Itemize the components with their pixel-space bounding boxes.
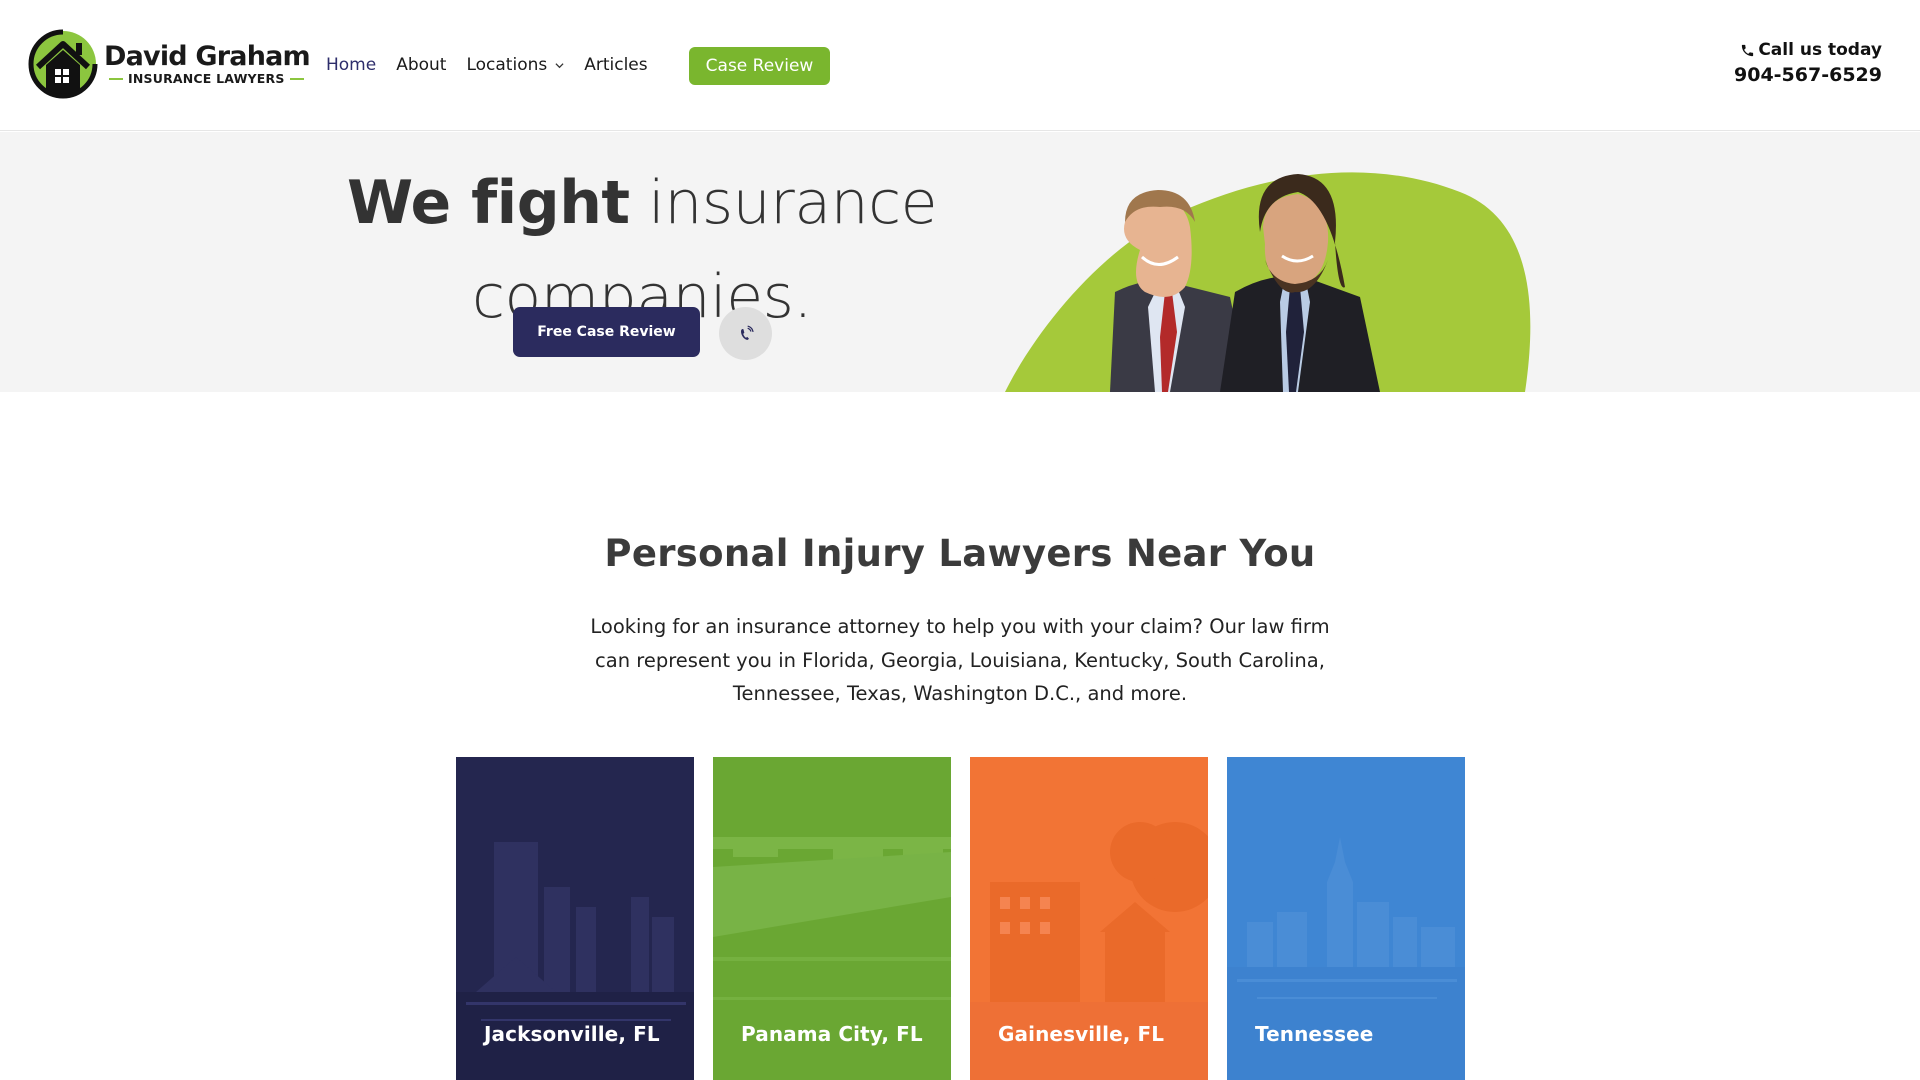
- phone-icon: [1742, 44, 1754, 56]
- location-label: Gainesville, FL: [998, 1022, 1165, 1046]
- free-case-review-button[interactable]: Free Case Review: [513, 307, 700, 357]
- main-nav: Home About Locations Articles: [326, 54, 668, 76]
- case-review-button[interactable]: Case Review: [689, 47, 830, 85]
- hero: We fight insurance companies. Free Case …: [0, 132, 1920, 392]
- call-label: Call us today: [1758, 40, 1882, 60]
- attorneys-photo: [1005, 172, 1531, 392]
- location-label: Panama City, FL: [741, 1022, 923, 1046]
- location-card-gainesville[interactable]: Gainesville, FL: [970, 757, 1208, 1080]
- location-label: Tennessee: [1255, 1022, 1374, 1046]
- logo[interactable]: David Graham INSURANCE LAWYERS: [28, 29, 311, 99]
- phone-ringing-icon: [740, 324, 754, 340]
- call-phone-number[interactable]: 904-567-6529: [1734, 64, 1882, 86]
- call-block[interactable]: Call us today 904-567-6529: [1734, 40, 1882, 86]
- site-header: David Graham INSURANCE LAWYERS Home Abou…: [0, 0, 1920, 131]
- location-label: Jacksonville, FL: [484, 1022, 660, 1046]
- nav-articles[interactable]: Articles: [584, 54, 647, 76]
- logo-house-icon: [28, 29, 98, 99]
- logo-name: David Graham: [104, 41, 311, 72]
- location-card-panama-city[interactable]: Panama City, FL: [713, 757, 951, 1080]
- chevron-down-icon: [555, 62, 564, 68]
- logo-subtitle: INSURANCE LAWYERS: [104, 72, 310, 86]
- location-card-tennessee[interactable]: Tennessee: [1227, 757, 1465, 1080]
- location-card-jacksonville[interactable]: Jacksonville, FL: [456, 757, 694, 1080]
- hero-title-bold: We fight: [346, 168, 630, 238]
- location-cards: Jacksonville, FL Panama City, FL Gainesv…: [456, 757, 1484, 1080]
- hero-phone-button[interactable]: [719, 307, 772, 360]
- nav-locations[interactable]: Locations: [466, 54, 564, 76]
- section-title: Personal Injury Lawyers Near You: [604, 532, 1316, 575]
- nav-about[interactable]: About: [396, 54, 446, 76]
- nav-home[interactable]: Home: [326, 54, 376, 76]
- hero-title-light: insurance: [648, 168, 938, 238]
- section-body: Looking for an insurance attorney to hel…: [590, 615, 1330, 705]
